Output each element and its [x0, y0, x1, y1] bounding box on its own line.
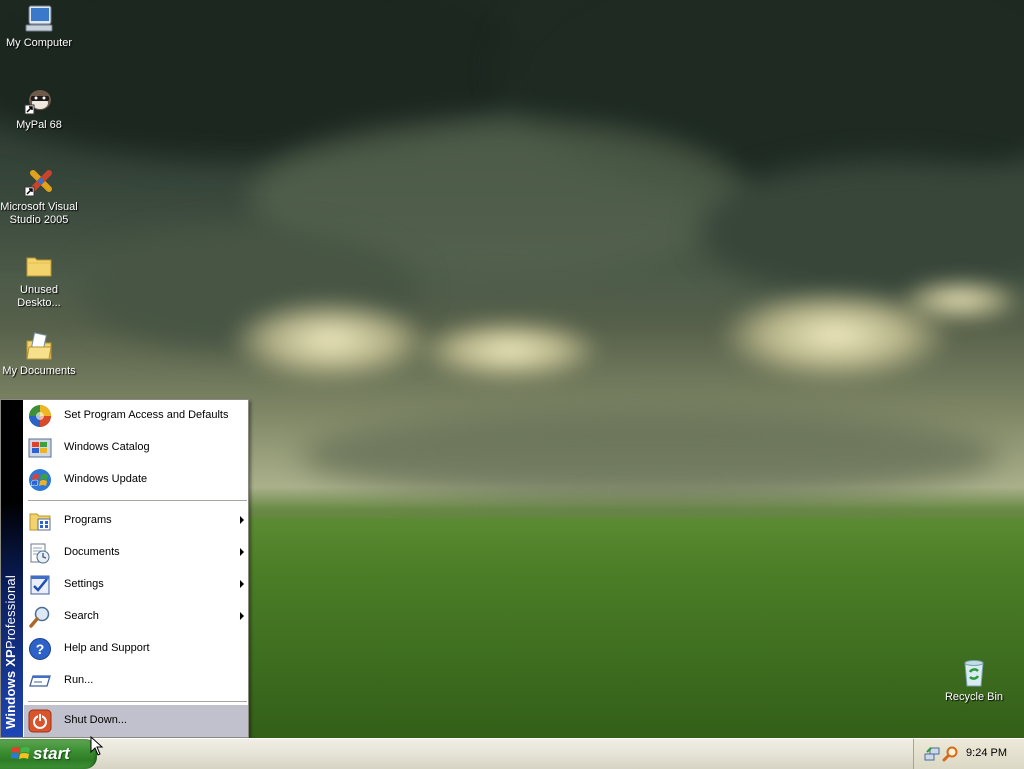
program-access-icon — [29, 405, 51, 427]
menu-item-settings[interactable]: Settings — [24, 569, 248, 601]
search-tray-icon[interactable] — [942, 746, 958, 762]
desktop-icon-label: MyPal 68 — [16, 119, 62, 131]
programs-icon — [29, 513, 51, 531]
svg-text:?: ? — [36, 641, 45, 657]
mypal-icon — [24, 90, 51, 115]
menu-item-label: Run... — [64, 674, 94, 686]
start-button[interactable]: start — [0, 739, 97, 769]
start-label: start — [33, 744, 70, 763]
submenu-arrow-icon — [240, 516, 244, 524]
menu-item-help-and-support[interactable]: ? Help and Support — [24, 633, 248, 665]
desktop-icon-recycle-bin[interactable]: Recycle Bin — [935, 657, 1013, 704]
desktop-icon-my-computer[interactable]: My Computer — [0, 3, 78, 50]
menu-item-label: Help and Support — [64, 642, 150, 654]
start-menu-banner: Windows XPProfessional — [1, 400, 23, 737]
start-menu: Windows XPProfessional Set Program Acces… — [0, 399, 249, 738]
clock[interactable]: 9:24 PM — [966, 747, 1007, 759]
menu-item-label: Documents — [64, 546, 120, 558]
run-icon — [29, 675, 51, 687]
banner-edition: Professional — [3, 575, 18, 650]
desktop-icon-label: My Computer — [5, 37, 73, 49]
documents-icon — [30, 543, 50, 564]
menu-item-documents[interactable]: Documents — [24, 537, 248, 569]
menu-item-label: Windows Catalog — [64, 441, 150, 453]
windows-flag-icon — [11, 747, 30, 759]
my-documents-icon — [26, 332, 52, 360]
menu-item-label: Set Program Access and Defaults — [64, 409, 229, 421]
system-tray: 9:24 PM — [913, 739, 1024, 769]
shutdown-icon — [28, 709, 52, 733]
banner-brand: Windows XP — [3, 649, 18, 729]
desktop-icon-mypal[interactable]: MyPal 68 — [0, 85, 78, 132]
windows-update-icon — [29, 469, 51, 491]
desktop-icon-label: Recycle Bin — [944, 691, 1004, 703]
desktop-icon-label: Microsoft Visual Studio 2005 — [0, 201, 78, 226]
menu-item-windows-update[interactable]: Windows Update — [24, 464, 248, 496]
recycle-bin-icon — [964, 660, 984, 687]
menu-separator — [28, 701, 247, 703]
menu-item-label: Shut Down... — [64, 714, 127, 726]
desktop-icon-visual-studio[interactable]: Microsoft Visual Studio 2005 — [0, 167, 78, 227]
menu-item-windows-catalog[interactable]: Windows Catalog — [24, 432, 248, 464]
my-computer-icon — [25, 5, 53, 32]
windows-catalog-icon — [28, 438, 52, 458]
mouse-cursor-icon — [90, 736, 104, 756]
menu-separator — [28, 500, 247, 502]
desktop-icon-my-documents[interactable]: My Documents — [0, 331, 78, 378]
menu-item-label: Settings — [64, 578, 104, 590]
desktop-icon-label: Unused Deskto... — [17, 284, 61, 309]
submenu-arrow-icon — [240, 612, 244, 620]
search-icon — [29, 606, 50, 628]
sun-glow — [900, 280, 1020, 320]
banner-text: Windows XPProfessional — [3, 529, 21, 729]
desktop-icon-unused-desktop[interactable]: Unused Deskto... — [0, 250, 78, 310]
menu-item-run[interactable]: Run... — [24, 665, 248, 697]
taskbar: start 9:24 PM — [0, 738, 1024, 769]
menu-item-label: Programs — [64, 514, 112, 526]
help-icon: ? — [29, 638, 51, 660]
sun-glow — [420, 320, 600, 380]
sky-cloud — [300, 410, 1000, 500]
menu-item-label: Windows Update — [64, 473, 148, 485]
menu-item-set-program-access[interactable]: Set Program Access and Defaults — [24, 400, 248, 432]
submenu-arrow-icon — [240, 548, 244, 556]
menu-item-search[interactable]: Search — [24, 601, 248, 633]
network-icon[interactable] — [924, 746, 940, 762]
visual-studio-icon — [24, 170, 52, 197]
sun-glow — [230, 300, 430, 380]
menu-item-shut-down[interactable]: Shut Down... — [24, 705, 248, 737]
submenu-arrow-icon — [240, 580, 244, 588]
desktop-icon-label: My Documents — [2, 365, 76, 377]
menu-item-programs[interactable]: Programs — [24, 505, 248, 537]
folder-icon — [26, 257, 52, 277]
menu-item-label: Search — [64, 610, 99, 622]
settings-icon — [30, 575, 50, 595]
